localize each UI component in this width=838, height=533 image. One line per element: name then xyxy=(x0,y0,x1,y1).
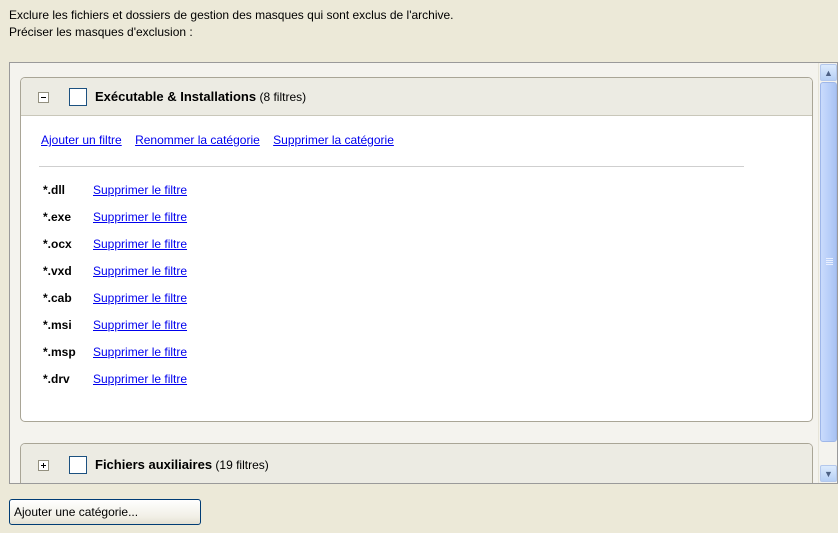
filter-row: *.ocx Supprimer le filtre xyxy=(43,235,187,262)
add-filter-link[interactable]: Ajouter un filtre xyxy=(41,133,122,147)
intro-line-1: Exclure les fichiers et dossiers de gest… xyxy=(9,8,454,22)
divider xyxy=(39,166,744,167)
intro-text: Exclure les fichiers et dossiers de gest… xyxy=(9,7,454,41)
scrollbar-thumb[interactable] xyxy=(820,82,837,442)
category-filter-count: (19 filtres) xyxy=(212,458,269,472)
category-name: Fichiers auxiliaires xyxy=(95,457,213,472)
filter-mask: *.drv xyxy=(43,372,70,386)
delete-filter-link[interactable]: Supprimer le filtre xyxy=(93,291,187,305)
filter-row: *.vxd Supprimer le filtre xyxy=(43,262,187,289)
category-header: Fichiers auxiliaires (19 filtres) xyxy=(21,444,812,483)
filter-row: *.cab Supprimer le filtre xyxy=(43,289,187,316)
delete-category-link[interactable]: Supprimer la catégorie xyxy=(273,133,394,147)
filter-mask: *.msi xyxy=(43,318,72,332)
filter-mask: *.exe xyxy=(43,210,72,224)
filter-row: *.msi Supprimer le filtre xyxy=(43,316,187,343)
category-header: Exécutable & Installations (8 filtres) xyxy=(21,78,812,116)
filter-mask: *.ocx xyxy=(43,237,72,251)
filter-row: *.msp Supprimer le filtre xyxy=(43,343,187,370)
filter-row: *.exe Supprimer le filtre xyxy=(43,208,187,235)
add-category-button[interactable]: Ajouter une catégorie... xyxy=(9,499,201,525)
filter-row: *.dll Supprimer le filtre xyxy=(43,181,187,208)
expand-icon[interactable] xyxy=(38,460,49,471)
category-title: Exécutable & Installations (8 filtres) xyxy=(95,89,306,104)
category-auxiliary-files: Fichiers auxiliaires (19 filtres) xyxy=(20,443,813,483)
delete-filter-link[interactable]: Supprimer le filtre xyxy=(93,264,187,278)
collapse-icon[interactable] xyxy=(38,92,49,103)
delete-filter-link[interactable]: Supprimer le filtre xyxy=(93,372,187,386)
delete-filter-link[interactable]: Supprimer le filtre xyxy=(93,345,187,359)
filter-mask: *.cab xyxy=(43,291,72,305)
category-filter-count: (8 filtres) xyxy=(256,90,307,104)
grip-icon xyxy=(826,258,833,259)
categories-list: Exécutable & Installations (8 filtres) A… xyxy=(10,63,819,483)
filter-mask: *.msp xyxy=(43,345,76,359)
delete-filter-link[interactable]: Supprimer le filtre xyxy=(93,210,187,224)
category-checkbox[interactable] xyxy=(69,456,87,474)
category-name: Exécutable & Installations xyxy=(95,89,257,104)
category-title: Fichiers auxiliaires (19 filtres) xyxy=(95,457,269,472)
filter-row: *.drv Supprimer le filtre xyxy=(43,370,187,397)
filter-mask: *.vxd xyxy=(43,264,72,278)
vertical-scrollbar[interactable]: ▲ ▼ xyxy=(818,63,837,483)
rename-category-link[interactable]: Renommer la catégorie xyxy=(135,133,260,147)
category-executables: Exécutable & Installations (8 filtres) A… xyxy=(20,77,813,422)
delete-filter-link[interactable]: Supprimer le filtre xyxy=(93,318,187,332)
category-checkbox[interactable] xyxy=(69,88,87,106)
categories-pane: Exécutable & Installations (8 filtres) A… xyxy=(9,62,838,484)
scroll-down-arrow-icon[interactable]: ▼ xyxy=(820,465,837,482)
filter-list: *.dll Supprimer le filtre *.exe Supprimer … xyxy=(43,181,187,397)
delete-filter-link[interactable]: Supprimer le filtre xyxy=(93,237,187,251)
scroll-up-arrow-icon[interactable]: ▲ xyxy=(820,64,837,81)
intro-line-2: Préciser les masques d'exclusion : xyxy=(9,25,193,39)
category-actions: Ajouter un filtre Renommer la catégorie … xyxy=(41,133,404,147)
delete-filter-link[interactable]: Supprimer le filtre xyxy=(93,183,187,197)
filter-mask: *.dll xyxy=(43,183,66,197)
